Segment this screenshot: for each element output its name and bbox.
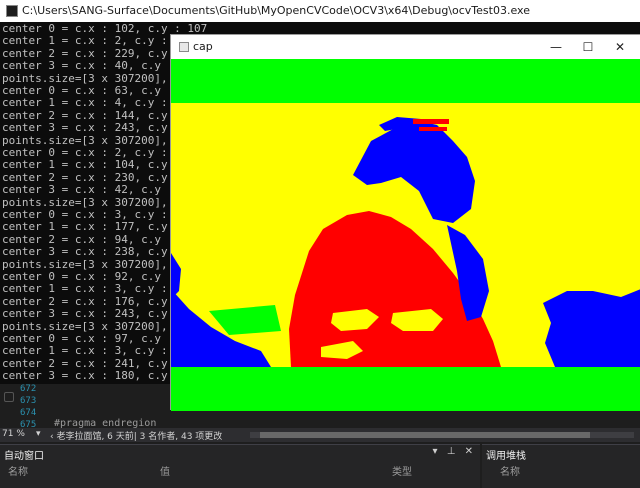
minimize-button[interactable]: — (547, 38, 565, 56)
line-number: 674 (20, 408, 37, 418)
cap-window-title: cap (193, 40, 213, 53)
console-line: center 1 = c.x : 3, c.y : 3 (2, 282, 181, 296)
console-line: points.size=[3 x 307200], lab (2, 319, 195, 333)
console-line: center 3 = c.x : 40, c.y : 48 (2, 59, 195, 73)
red-stripe-upper (413, 119, 449, 124)
segmentation-svg (171, 59, 640, 411)
console-line: points.size=[3 x 307200], lab (2, 71, 195, 85)
green-band-top (171, 59, 640, 103)
console-line: center 2 = c.x : 229, c.y : 1 (2, 46, 195, 60)
line-number: 672 (20, 384, 37, 394)
editor-gutter: 672 673 674 675 (0, 382, 60, 430)
green-band-bottom (171, 367, 640, 411)
line-number: 673 (20, 396, 37, 406)
console-line: center 1 = c.x : 3, c.y : 2 (2, 344, 181, 358)
console-line: center 1 = c.x : 4, c.y : 3 (2, 96, 181, 110)
console-line: center 2 = c.x : 144, c.y : 1 (2, 108, 195, 122)
cap-window: cap — ☐ ✕ (170, 34, 640, 411)
scrollbar-thumb[interactable] (260, 432, 590, 438)
console-line: points.size=[3 x 307200], lab (2, 257, 195, 271)
column-header-name[interactable]: 名称 (500, 463, 520, 478)
column-header-value[interactable]: 值 (160, 463, 170, 478)
console-line: center 1 = c.x : 2, c.y : 2 (2, 34, 181, 48)
call-stack-panel: 调用堆栈 名称 (482, 444, 640, 488)
zoom-dropdown-icon[interactable]: ▾ (36, 429, 41, 439)
column-header-type[interactable]: 类型 (392, 463, 412, 478)
blue-region-right (543, 289, 640, 367)
console-line: points.size=[3 x 307200], lab (2, 195, 195, 209)
panel-controls[interactable]: ▾ ⊥ ✕ (433, 446, 476, 457)
maximize-button[interactable]: ☐ (579, 38, 597, 56)
window-app-icon (179, 42, 189, 52)
console-line: center 1 = c.x : 104, c.y : 1 (2, 158, 195, 172)
column-header-name[interactable]: 名称 (8, 463, 28, 478)
console-line: center 3 = c.x : 243, c.y : 2 (2, 121, 195, 135)
console-line: center 3 = c.x : 180, c.y : 1 (2, 369, 195, 383)
console-title: C:\Users\SANG-Surface\Documents\GitHub\M… (22, 4, 530, 17)
console-app-icon (6, 5, 18, 17)
horizontal-scrollbar[interactable] (250, 432, 634, 438)
red-stripe-upper-b (419, 127, 447, 131)
cap-title-bar[interactable]: cap — ☐ ✕ (171, 35, 640, 59)
console-line: center 0 = c.x : 97, c.y : 95 (2, 332, 195, 345)
close-button[interactable]: ✕ (611, 38, 629, 56)
console-line: center 2 = c.x : 94, c.y : 93 (2, 232, 195, 246)
zoom-level[interactable]: 71 % (2, 429, 25, 439)
collapse-icon[interactable] (4, 392, 14, 402)
console-line: center 0 = c.x : 63, c.y : 70 (2, 84, 195, 97)
console-title-bar[interactable]: C:\Users\SANG-Surface\Documents\GitHub\M… (0, 0, 640, 22)
console-line: points.size=[3 x 307200], lab (2, 133, 195, 147)
console-line: center 3 = c.x : 42, c.y : 50 (2, 183, 195, 197)
kmeans-segmented-image (171, 59, 640, 411)
console-line: center 0 = c.x : 2, c.y : 2 (2, 146, 181, 159)
console-line: center 0 = c.x : 3, c.y : 2 (2, 208, 181, 221)
autos-panel: 自动窗口 ▾ ⊥ ✕ 名称 值 类型 (0, 444, 480, 488)
console-line: center 2 = c.x : 176, c.y : 1 (2, 294, 195, 308)
console-line: center 2 = c.x : 230, c.y : 2 (2, 170, 195, 184)
console-line: center 3 = c.x : 238, c.y : 2 (2, 245, 195, 259)
console-line: center 1 = c.x : 177, c.y : 1 (2, 220, 195, 234)
editor-status-row: 71 % ▾ ‹ 老李拉面馆, 6 天前| 3 名作者, 43 项更改 (0, 428, 640, 442)
call-stack-panel-title[interactable]: 调用堆栈 (486, 447, 526, 462)
desktop: 672 673 674 675 #pragma endregion 71 % ▾… (0, 0, 640, 488)
autos-panel-title[interactable]: 自动窗口 (4, 447, 44, 462)
console-line: center 3 = c.x : 243, c.y : 2 (2, 307, 195, 321)
codelens-info[interactable]: ‹ 老李拉面馆, 6 天前| 3 名作者, 43 项更改 (50, 429, 222, 442)
console-line: center 2 = c.x : 241, c.y : 2 (2, 356, 195, 370)
console-line: center 0 = c.x : 92, c.y : 94 (2, 270, 195, 283)
